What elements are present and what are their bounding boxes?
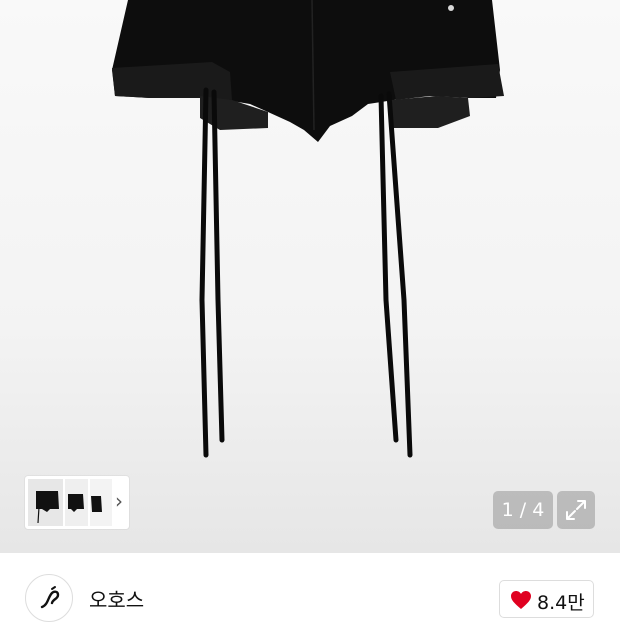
thumbnail-images[interactable] — [28, 479, 112, 526]
like-button[interactable]: 8.4만 — [499, 580, 594, 618]
shop-logo-mark — [40, 586, 60, 609]
shop-name[interactable]: 오호스 — [89, 584, 144, 613]
shop-info-row: 오호스 8.4만 — [0, 553, 620, 622]
page-counter: 1 / 4 — [493, 491, 553, 529]
product-image — [112, 0, 504, 458]
shop-logo[interactable] — [25, 574, 73, 622]
chevron-right-icon[interactable]: › — [115, 490, 123, 512]
like-count: 8.4만 — [537, 592, 585, 614]
thumbnail-strip[interactable]: › — [25, 476, 129, 529]
product-image-area[interactable]: › 1 / 4 — [0, 0, 620, 553]
heart-icon — [511, 591, 531, 609]
expand-icon — [566, 500, 586, 520]
expand-button[interactable] — [557, 491, 595, 529]
